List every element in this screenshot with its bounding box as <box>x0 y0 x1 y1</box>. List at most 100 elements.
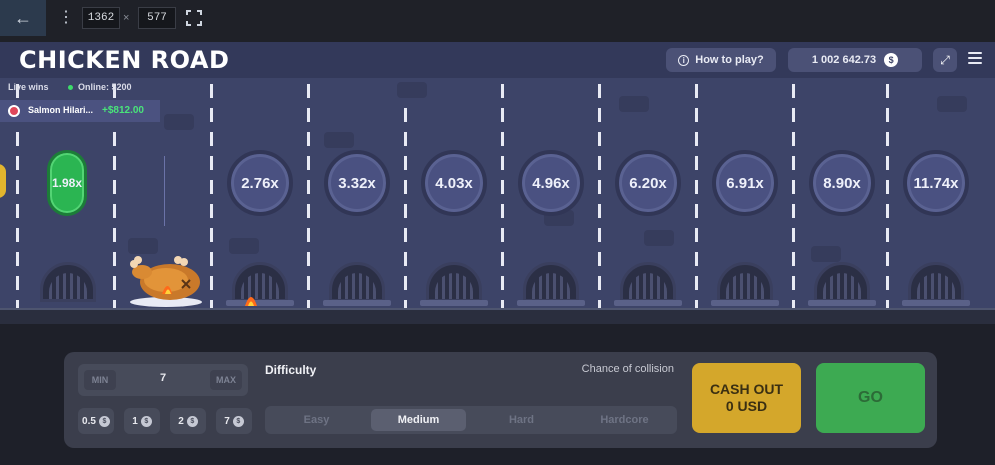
back-button[interactable]: ← <box>0 0 46 36</box>
road-curb <box>0 308 995 324</box>
online-label: Online: 5200 <box>78 82 132 92</box>
wall-brick <box>397 82 427 98</box>
win-amount: +$812.00 <box>102 105 144 116</box>
lane-3: 2.76x <box>213 78 310 310</box>
lane-6: 4.96x <box>504 78 601 310</box>
multiplier-coin: 4.03x <box>421 150 487 216</box>
chip-value: 2 <box>178 415 184 427</box>
dollar-coin-icon: $ <box>232 415 244 427</box>
bet-value[interactable]: 7 <box>128 372 198 388</box>
sewer-base <box>711 300 779 306</box>
motion-line <box>164 156 165 226</box>
dollar-coin-icon: $ <box>140 415 152 427</box>
lane-8: 6.91x <box>698 78 795 310</box>
sewer-grate <box>908 262 964 302</box>
online-dot-icon <box>68 84 73 90</box>
sewer-grate <box>232 262 288 302</box>
how-to-play-label: How to play? <box>695 54 764 66</box>
bet-amount-input[interactable]: MIN 7 MAX <box>78 364 248 396</box>
wall-brick <box>619 96 649 112</box>
game-app: 1.98x 2.76x 3.32x 4.03x 4.96x 6.20x 6.91… <box>0 42 995 465</box>
arrow-left-icon: ← <box>14 7 32 28</box>
lane-9: 8.90x <box>795 78 892 310</box>
sewer-grate <box>40 262 96 302</box>
control-area: MIN 7 MAX 0.5 $ 1 $ 2 $ 7 $ Difficulty Chanc… <box>0 324 995 465</box>
game-header: CHICKEN ROAD i How to play? 1 002 642.73… <box>0 42 995 78</box>
sewer-base <box>614 300 682 306</box>
sewer-base <box>323 300 391 306</box>
chip-value: 0.5 <box>82 415 96 427</box>
collision-chance-label: Chance of collision <box>581 363 674 375</box>
expand-icon[interactable]: ⤢ <box>933 48 957 72</box>
winner-name: Salmon Hilari... <box>28 105 94 115</box>
go-button[interactable]: GO <box>816 363 925 433</box>
online-count: Online: 5200 <box>68 82 132 92</box>
multiplier-coin: 6.91x <box>712 150 778 216</box>
cash-out-button[interactable]: CASH OUT 0 USD <box>692 363 801 433</box>
fullscreen-icon[interactable] <box>186 10 202 26</box>
balance-display: 1 002 642.73 $ <box>788 48 922 72</box>
difficulty-hard[interactable]: Hard <box>474 409 569 431</box>
sewer-grate <box>426 262 482 302</box>
difficulty-medium[interactable]: Medium <box>371 409 466 431</box>
dollar-coin-icon: $ <box>98 415 110 427</box>
bet-chip[interactable]: 2 $ <box>170 408 206 434</box>
balance-amount: 1 002 642.73 <box>811 54 877 66</box>
multiplier-coin: 11.74x <box>903 150 969 216</box>
bet-chip[interactable]: 0.5 $ <box>78 408 114 434</box>
bet-chip[interactable]: 7 $ <box>216 408 252 434</box>
hamburger-menu-icon[interactable] <box>968 52 982 64</box>
wall-brick <box>811 246 841 262</box>
device-toolbar: ← ⋮ 1362 × 577 <box>0 0 995 42</box>
sewer-base <box>517 300 585 306</box>
sewer-base <box>420 300 488 306</box>
lane-4: 3.32x <box>310 78 407 310</box>
sewer-grate <box>814 262 870 302</box>
multiplier-current: 1.98x <box>47 150 87 216</box>
cash-out-amount: 0 USD <box>725 398 768 414</box>
control-panel: MIN 7 MAX 0.5 $ 1 $ 2 $ 7 $ Difficulty Chanc… <box>64 352 937 448</box>
roasted-chicken-icon <box>130 256 202 307</box>
bet-chip[interactable]: 1 $ <box>124 408 160 434</box>
live-wins-title: Live wins <box>8 82 49 92</box>
difficulty-hardcore[interactable]: Hardcore <box>577 409 672 431</box>
lane-10: 11.74x <box>889 78 986 310</box>
how-to-play-button[interactable]: i How to play? <box>666 48 776 72</box>
sewer-grate <box>717 262 773 302</box>
game-logo: CHICKEN ROAD <box>19 46 230 74</box>
wall-brick <box>937 96 967 112</box>
live-win-row: Salmon Hilari... +$812.00 <box>0 100 160 122</box>
lane-7: 6.20x <box>601 78 698 310</box>
viewport-height-input[interactable]: 577 <box>138 7 176 29</box>
sewer-grate <box>329 262 385 302</box>
avatar <box>8 105 20 117</box>
sewer-base <box>226 300 294 306</box>
dollar-coin-icon: $ <box>884 53 899 67</box>
wall-brick <box>164 114 194 130</box>
multiplier-coin: 3.32x <box>324 150 390 216</box>
difficulty-easy[interactable]: Easy <box>269 409 364 431</box>
info-icon: i <box>678 54 690 66</box>
multiplier-coin: 8.90x <box>809 150 875 216</box>
chip-value: 7 <box>224 415 230 427</box>
cash-out-label: CASH OUT <box>709 381 784 397</box>
passed-coin <box>0 164 6 198</box>
sewer-base <box>902 300 970 306</box>
sewer-grate <box>523 262 579 302</box>
wall-brick <box>229 238 259 254</box>
min-bet-button[interactable]: MIN <box>84 370 116 390</box>
wall-brick <box>324 132 354 148</box>
multiplier-coin: 2.76x <box>227 150 293 216</box>
wall-brick <box>644 230 674 246</box>
dollar-coin-icon: $ <box>186 415 198 427</box>
multiplier-coin: 6.20x <box>615 150 681 216</box>
vertical-dots-icon[interactable]: ⋮ <box>58 9 74 27</box>
viewport-width-input[interactable]: 1362 <box>82 7 120 29</box>
difficulty-selector: Easy Medium Hard Hardcore <box>265 406 677 434</box>
fire-icon <box>245 297 257 306</box>
max-bet-button[interactable]: MAX <box>210 370 242 390</box>
lane-5: 4.03x <box>397 78 504 310</box>
sewer-grate <box>620 262 676 302</box>
sewer-base <box>808 300 876 306</box>
chip-value: 1 <box>132 415 138 427</box>
